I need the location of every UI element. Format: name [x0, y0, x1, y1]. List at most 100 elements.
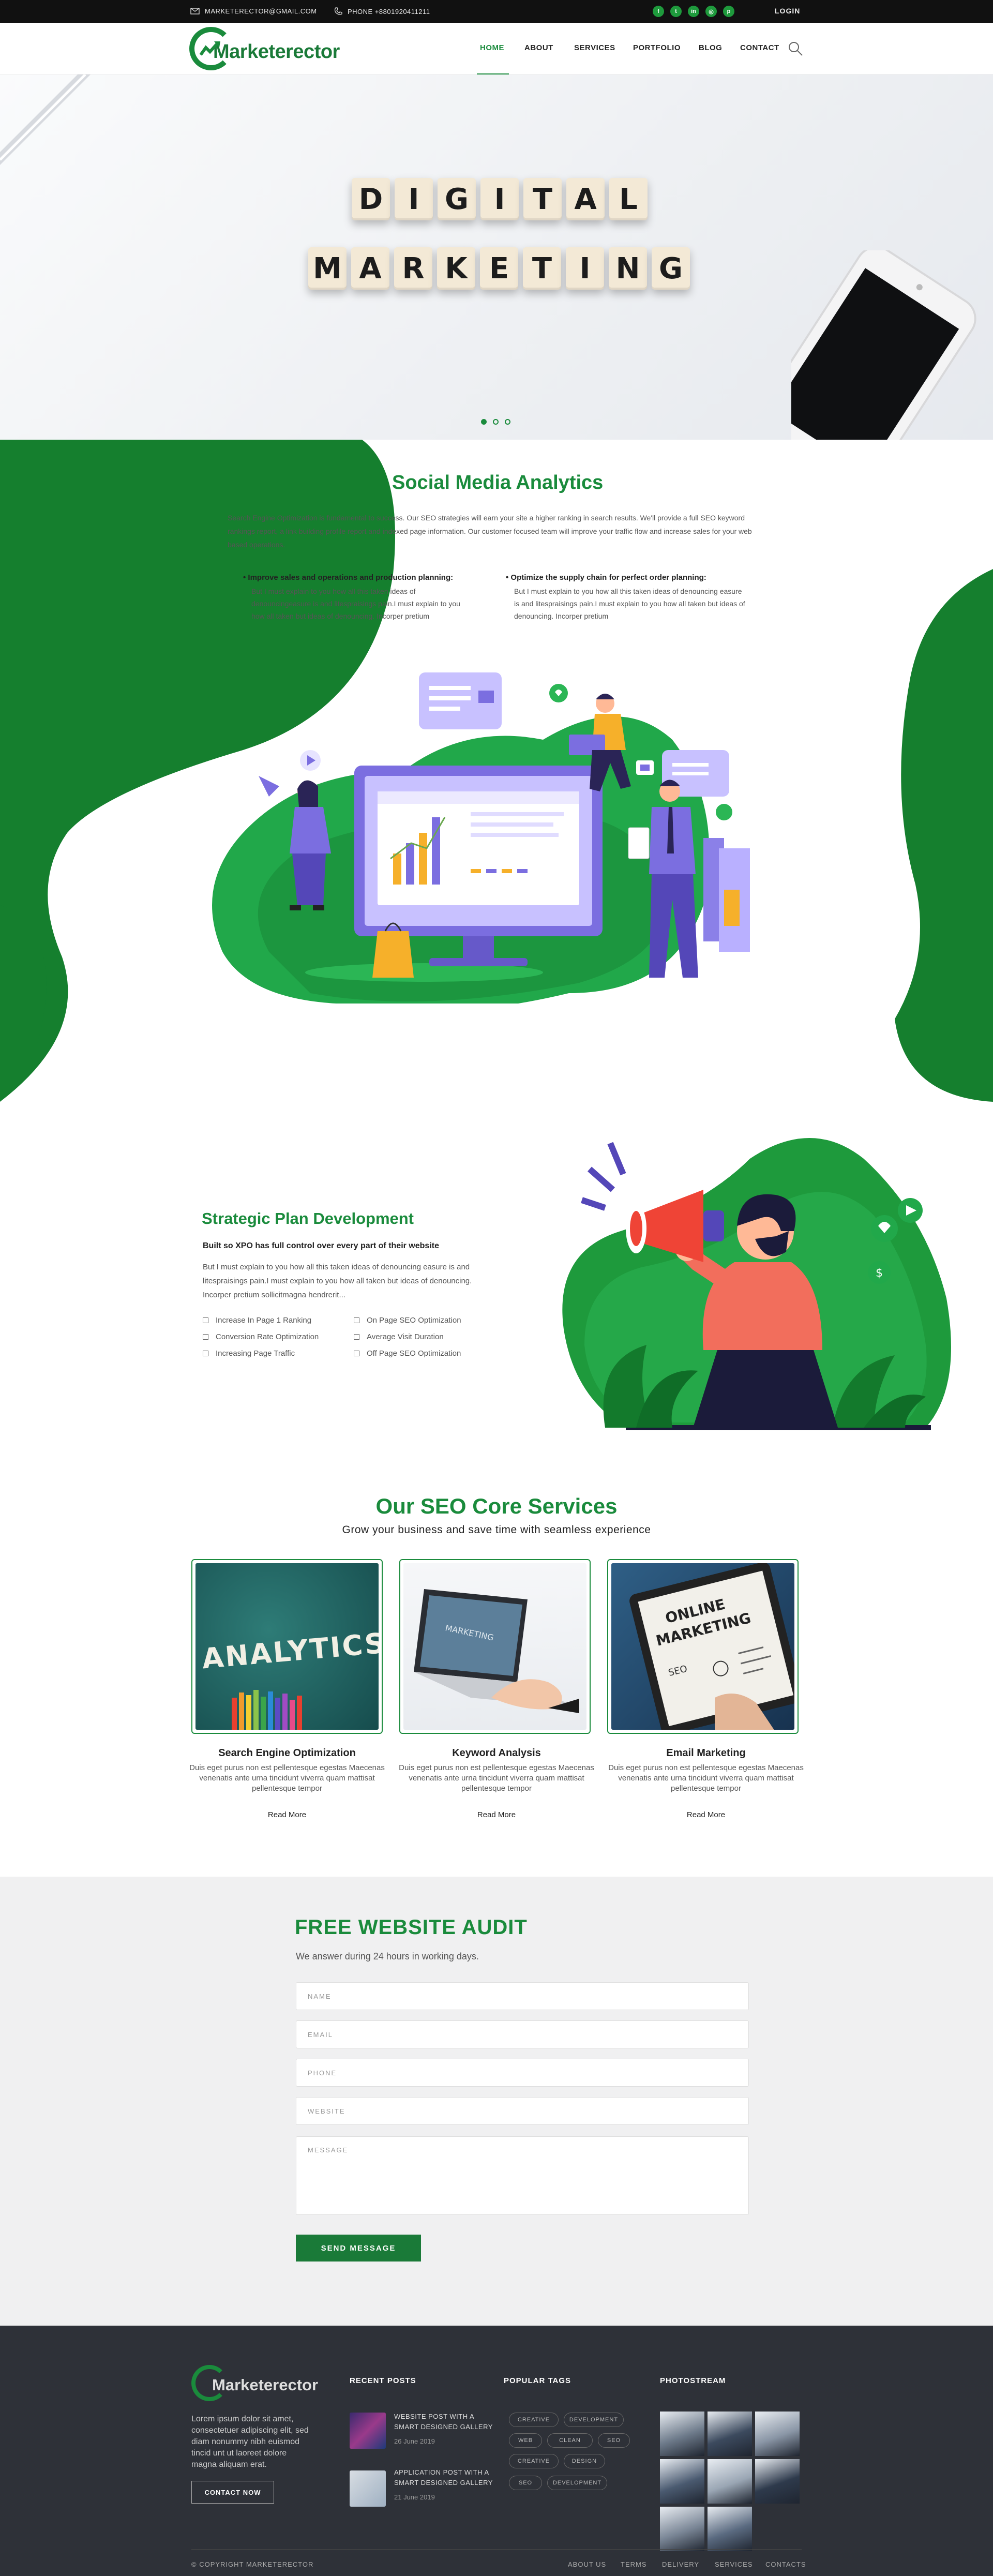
photostream-photo[interactable]: [708, 2459, 752, 2504]
footer-divider: [191, 2549, 802, 2550]
slider-dot-2[interactable]: [493, 419, 499, 425]
tag-item[interactable]: WEB: [509, 2433, 542, 2448]
footer-link-contacts[interactable]: CONTACTS: [765, 2560, 806, 2568]
analytics-title: Social Media Analytics: [392, 472, 604, 493]
popular-tags-title: POPULAR TAGS: [504, 2376, 571, 2385]
email-field[interactable]: EMAIL: [296, 2020, 749, 2048]
strategic-item: Increasing Page Traffic: [203, 1345, 319, 1361]
read-more-seo-link[interactable]: Read More: [184, 1810, 390, 1819]
service-card-email[interactable]: ONLINE MARKETING SEO: [607, 1559, 799, 1734]
service-card-keyword[interactable]: MARKETING: [399, 1559, 591, 1734]
nav-blog[interactable]: BLOG: [699, 43, 722, 52]
photostream-photo[interactable]: [755, 2459, 800, 2504]
nav-contact[interactable]: CONTACT: [740, 43, 779, 52]
photostream-photo[interactable]: [660, 2507, 704, 2551]
facebook-icon[interactable]: f: [653, 6, 664, 17]
audit-title: FREE WEBSITE AUDIT: [295, 1916, 528, 1939]
checkbox-icon: [203, 1317, 208, 1323]
tag-item[interactable]: CREATIVE: [509, 2413, 559, 2427]
phone-contact[interactable]: PHONE +8801920411211: [334, 7, 430, 16]
tag-item[interactable]: DESIGN: [564, 2454, 605, 2468]
analytics-point-2-title: • Optimize the supply chain for perfect …: [506, 573, 706, 582]
analytics-point-1-title: • Improve sales and operations and produ…: [243, 573, 454, 582]
analytics-chalkboard-image: ANALYTICS: [195, 1563, 379, 1730]
marketing-tile: R: [394, 247, 432, 290]
service-card-seo[interactable]: ANALYTICS: [191, 1559, 383, 1734]
strategic-subtitle: Built so XPO has full control over every…: [203, 1241, 439, 1250]
photostream-photo[interactable]: [755, 2412, 800, 2456]
tag-item[interactable]: CLEAN: [547, 2433, 593, 2448]
analytics-point-1-text: But I must explain to you how all this t…: [251, 587, 460, 620]
marketing-tile: T: [523, 247, 561, 290]
hero-slider: DIGITAL MARKETING: [0, 74, 993, 440]
analytics-intro: Search Engine Optimization is fundamenta…: [228, 514, 752, 549]
nav-home[interactable]: HOME: [480, 43, 504, 52]
service-title-keyword: Keyword Analysis: [452, 1747, 541, 1759]
laptop-image: MARKETING: [403, 1563, 586, 1730]
checkbox-icon: [354, 1317, 359, 1323]
tag-item[interactable]: CREATIVE: [509, 2454, 559, 2468]
strategic-title: Strategic Plan Development: [202, 1209, 414, 1227]
read-more-email-link[interactable]: Read More: [603, 1810, 809, 1819]
audit-subtitle: We answer during 24 hours in working day…: [296, 1951, 479, 1961]
checkbox-icon: [203, 1334, 208, 1340]
strategic-text: But I must explain to you how all this t…: [203, 1263, 472, 1299]
marketing-tile: I: [566, 247, 604, 290]
search-icon[interactable]: [788, 41, 803, 56]
marketing-tile: K: [437, 247, 475, 290]
svg-text:$: $: [876, 1267, 883, 1280]
photostream-photo[interactable]: [708, 2507, 752, 2551]
footer-link-services[interactable]: SERVICES: [715, 2560, 753, 2568]
post-title-2[interactable]: APPLICATION POST WITH A SMART DESIGNED G…: [394, 2467, 498, 2488]
read-more-keyword-link[interactable]: Read More: [393, 1810, 600, 1819]
footer-link-terms[interactable]: TERMS: [621, 2560, 647, 2568]
strategic-item: Average Visit Duration: [354, 1328, 461, 1345]
logo[interactable]: Marketerector: [189, 27, 340, 70]
website-field[interactable]: WEBSITE: [296, 2097, 749, 2125]
tag-item[interactable]: SEO: [598, 2433, 630, 2448]
twitter-icon[interactable]: t: [670, 6, 682, 17]
online-marketing-tablet-image: ONLINE MARKETING SEO: [611, 1563, 794, 1730]
photostream-photo[interactable]: [708, 2412, 752, 2456]
post-thumbnail[interactable]: [350, 2470, 386, 2507]
strategic-item: On Page SEO Optimization: [354, 1312, 461, 1328]
tag-item[interactable]: SEO: [509, 2476, 542, 2490]
phone-icon: [334, 7, 342, 15]
tag-item[interactable]: DEVELOPMENT: [547, 2476, 607, 2490]
slider-dots: [481, 419, 510, 425]
footer-logo[interactable]: Marketerector: [191, 2365, 318, 2401]
nav-services[interactable]: SERVICES: [574, 43, 615, 52]
footer-about: Lorem ipsum dolor sit amet, consectetuer…: [191, 2415, 309, 2469]
slider-dot-3[interactable]: [505, 419, 510, 425]
service-text-email: Duis eget purus non est pellentesque ege…: [608, 1763, 804, 1793]
name-field[interactable]: NAME: [296, 1982, 749, 2010]
phone-text: PHONE +8801920411211: [348, 7, 430, 16]
footer-link-delivery[interactable]: DELIVERY: [662, 2560, 699, 2568]
strategic-list-2: On Page SEO Optimization Average Visit D…: [354, 1312, 461, 1361]
send-message-button[interactable]: SEND MESSAGE: [296, 2235, 421, 2262]
digital-tile: T: [523, 178, 562, 220]
marketing-tile: E: [480, 247, 518, 290]
post-title-1[interactable]: WEBSITE POST WITH A SMART DESIGNED GALLE…: [394, 2412, 498, 2432]
footer-link-about[interactable]: ABOUT US: [568, 2560, 606, 2568]
nav-portfolio[interactable]: PORTFOLIO: [633, 43, 681, 52]
post-thumbnail[interactable]: [350, 2413, 386, 2449]
contact-now-button[interactable]: CONTACT NOW: [191, 2481, 274, 2504]
tag-item[interactable]: DEVELOPMENT: [564, 2413, 624, 2427]
photostream-photo[interactable]: [660, 2412, 704, 2456]
checkbox-icon: [354, 1350, 359, 1356]
pinterest-icon[interactable]: p: [723, 6, 734, 17]
linkedin-icon[interactable]: in: [688, 6, 699, 17]
photostream-photo[interactable]: [660, 2459, 704, 2504]
nav-about[interactable]: ABOUT: [524, 43, 553, 52]
digital-tile: A: [566, 178, 605, 220]
main-navbar: Marketerector HOME ABOUT SERVICES PORTFO…: [0, 23, 993, 75]
slider-dot-1[interactable]: [481, 419, 487, 425]
phone-field[interactable]: PHONE: [296, 2059, 749, 2087]
message-textarea[interactable]: MESSAGE: [296, 2136, 749, 2215]
instagram-icon[interactable]: ◎: [705, 6, 717, 17]
analytics-point-2-text: But I must explain to you how all this t…: [514, 587, 745, 620]
login-link[interactable]: LOGIN: [775, 7, 800, 15]
service-text-seo: Duis eget purus non est pellentesque ege…: [189, 1763, 385, 1793]
email-contact[interactable]: MARKETERECTOR@GMAIL.COM: [190, 7, 317, 15]
